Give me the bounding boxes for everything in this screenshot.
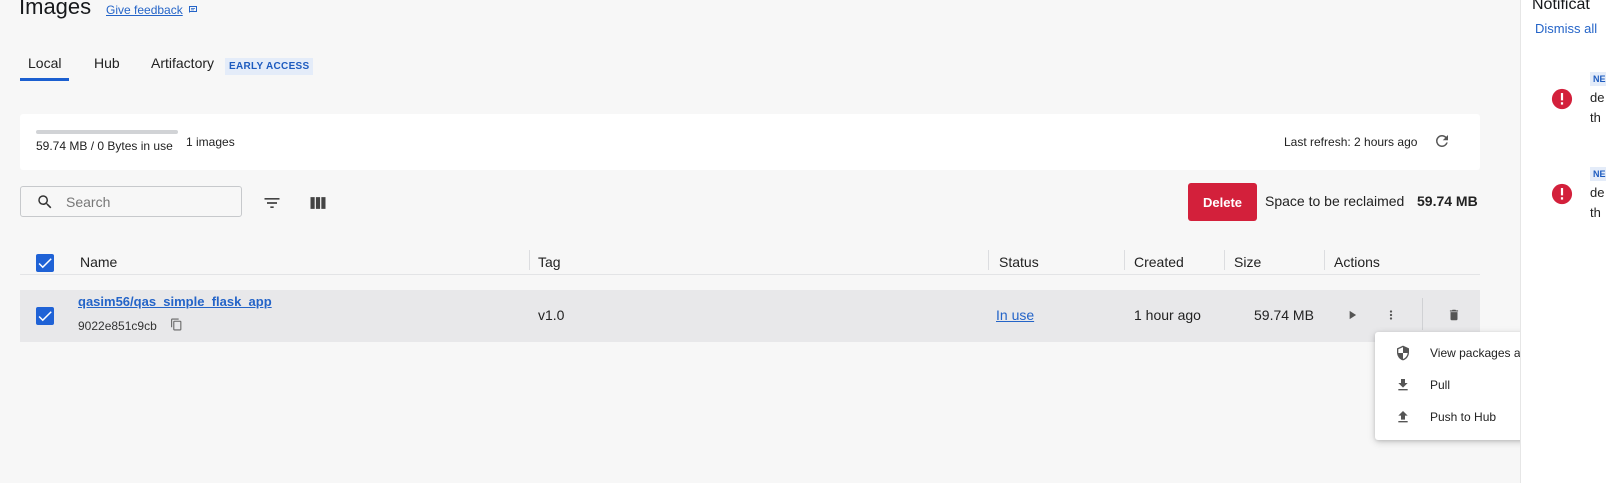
more-options-icon[interactable]: [1384, 308, 1398, 322]
notification-line: th: [1590, 205, 1601, 220]
give-feedback-link[interactable]: Give feedback: [106, 3, 199, 17]
image-name-link[interactable]: qasim56/qas_simple_flask_app: [78, 294, 272, 309]
menu-item-label: Pull: [1430, 378, 1451, 392]
feedback-label: Give feedback: [106, 3, 183, 17]
notification-badge: NE: [1590, 72, 1606, 86]
tab-artifactory[interactable]: Artifactory: [151, 55, 214, 81]
column-separator: [529, 250, 530, 270]
notification-badge: NE: [1590, 167, 1606, 181]
column-separator: [1124, 250, 1125, 270]
check-icon: [38, 311, 52, 322]
table-header-divider: [20, 274, 1480, 275]
delete-button[interactable]: Delete: [1188, 183, 1257, 221]
disk-usage-card: [20, 114, 1480, 170]
menu-item-label: Push to Hub: [1430, 410, 1497, 424]
row-checkbox[interactable]: [36, 307, 54, 325]
early-access-badge: EARLY ACCESS: [225, 58, 314, 75]
columns-icon[interactable]: [308, 193, 328, 213]
page-title: Images: [19, 0, 92, 19]
notification-line: de: [1590, 90, 1605, 105]
refresh-icon[interactable]: [1433, 132, 1451, 150]
column-header-status[interactable]: Status: [999, 254, 1039, 270]
column-header-created[interactable]: Created: [1134, 254, 1184, 270]
image-created: 1 hour ago: [1134, 307, 1201, 323]
tab-local[interactable]: Local: [20, 55, 69, 81]
tab-local-label: Local: [28, 55, 62, 71]
error-icon: [1551, 183, 1573, 205]
image-count: 1 images: [186, 135, 235, 149]
column-header-tag[interactable]: Tag: [538, 254, 561, 270]
download-icon: [1398, 379, 1408, 391]
tab-artifactory-label: Artifactory: [151, 55, 215, 71]
image-tag: v1.0: [538, 307, 565, 323]
shield-icon: [1397, 345, 1409, 361]
space-reclaimed-label: Space to be reclaimed: [1265, 193, 1405, 209]
last-refresh-text: Last refresh: 2 hours ago: [1284, 135, 1418, 149]
upload-icon: [1398, 411, 1408, 423]
error-icon: [1551, 88, 1573, 110]
feedback-icon: [188, 6, 197, 13]
column-separator: [1224, 250, 1225, 270]
dismiss-all-link[interactable]: Dismiss all: [1535, 21, 1597, 36]
check-icon: [38, 258, 52, 269]
notification-line: de: [1590, 185, 1605, 200]
tab-hub-label: Hub: [94, 55, 120, 71]
image-size: 59.74 MB: [1254, 307, 1314, 323]
status-in-use-link[interactable]: In use: [996, 307, 1034, 323]
column-header-name[interactable]: Name: [80, 254, 117, 270]
notification-line: th: [1590, 110, 1601, 125]
filter-icon[interactable]: [262, 193, 282, 213]
copy-icon[interactable]: [170, 318, 183, 331]
column-separator: [1324, 250, 1325, 270]
trash-icon[interactable]: [1447, 308, 1461, 322]
disk-usage-text: 59.74 MB / 0 Bytes in use: [36, 139, 173, 153]
disk-usage-bar: [36, 130, 178, 134]
search-input[interactable]: [66, 188, 236, 215]
tab-hub[interactable]: Hub: [94, 55, 120, 81]
column-header-actions: Actions: [1334, 254, 1380, 270]
select-all-checkbox[interactable]: [36, 254, 54, 272]
notifications-title: Notificat: [1532, 0, 1590, 13]
search-icon: [38, 195, 52, 209]
column-header-size[interactable]: Size: [1234, 254, 1261, 270]
space-reclaimed-value: 59.74 MB: [1417, 193, 1478, 209]
run-icon[interactable]: [1345, 308, 1359, 322]
column-separator: [988, 250, 989, 270]
image-id: 9022e851c9cb: [78, 319, 157, 333]
actions-divider: [1422, 298, 1423, 330]
